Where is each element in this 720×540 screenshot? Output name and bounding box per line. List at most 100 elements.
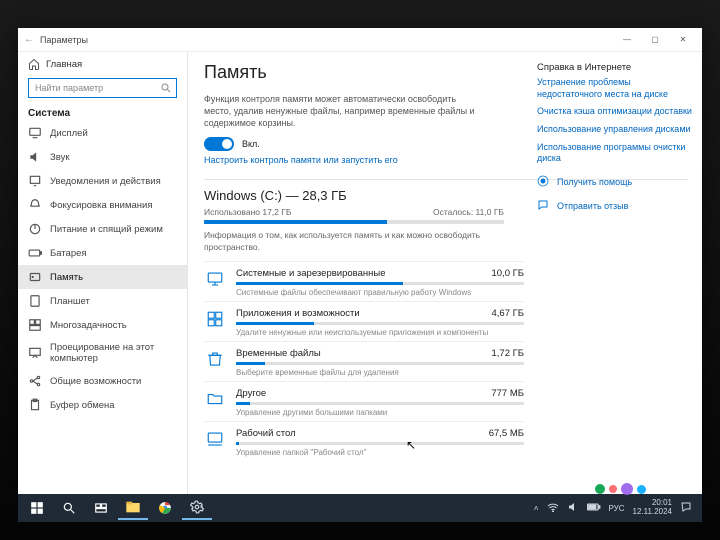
sidebar-item-notify[interactable]: Уведомления и действия: [18, 169, 187, 193]
taskbar-clock[interactable]: 20:01 12.11.2024: [633, 499, 672, 517]
tray-network-icon[interactable]: [547, 502, 559, 514]
category-sub: Удалите ненужные или неиспользуемые прил…: [236, 328, 524, 337]
sidebar-item-shared[interactable]: Общие возможности: [18, 369, 187, 393]
search-icon: [160, 82, 172, 94]
get-help-label: Получить помощь: [557, 177, 632, 187]
help-link[interactable]: Использование программы очистки диска: [537, 142, 692, 165]
battery-icon: [28, 246, 42, 260]
free-label: Осталось: 11,0 ГБ: [433, 207, 504, 217]
settings-taskbar-icon[interactable]: [182, 496, 212, 520]
sidebar-item-label: Общие возможности: [50, 376, 141, 387]
task-view-icon[interactable]: [86, 496, 116, 520]
help-icon: [537, 175, 551, 189]
sidebar-item-battery[interactable]: Батарея: [18, 241, 187, 265]
category-size: 777 МБ: [491, 388, 524, 399]
start-button[interactable]: [22, 496, 52, 520]
notify-icon: [28, 174, 42, 188]
display-icon: [28, 126, 42, 140]
storage-category[interactable]: Другое 777 МБ Управление другими большими …: [204, 381, 524, 421]
home-icon: [28, 58, 40, 70]
sidebar-item-label: Звук: [50, 152, 69, 163]
category-bar: [236, 282, 524, 285]
get-help-link[interactable]: Получить помощь: [537, 175, 692, 189]
sidebar-item-label: Многозадачность: [50, 320, 127, 331]
sidebar-item-label: Дисплей: [50, 128, 88, 139]
sidebar-home[interactable]: Главная: [18, 52, 187, 74]
tray-battery-icon[interactable]: [587, 502, 601, 514]
category-bar: [236, 442, 524, 445]
minimize-button[interactable]: —: [614, 31, 640, 49]
storage-category[interactable]: Приложения и возможности 4,67 ГБ Удалите н…: [204, 301, 524, 341]
help-link[interactable]: Очистка кэша оптимизации доставки: [537, 106, 692, 118]
category-size: 4,67 ГБ: [491, 308, 524, 319]
titlebar: ← Параметры — ▢ ✕: [18, 28, 702, 52]
help-panel: Справка в Интернете Устранение проблемы …: [537, 62, 692, 213]
other-icon: [204, 388, 226, 410]
used-label: Использовано 17,2 ГБ: [204, 207, 291, 217]
category-size: 1,72 ГБ: [491, 348, 524, 359]
back-icon[interactable]: ←: [24, 34, 34, 45]
sidebar-home-label: Главная: [46, 59, 82, 70]
maximize-button[interactable]: ▢: [642, 31, 668, 49]
tray-lang[interactable]: РУС: [609, 504, 625, 513]
feedback-link[interactable]: Отправить отзыв: [537, 199, 692, 213]
help-link[interactable]: Использование управления дисками: [537, 124, 692, 136]
feedback-label: Отправить отзыв: [557, 201, 628, 211]
search-input[interactable]: Найти параметр: [28, 78, 177, 98]
storage-category[interactable]: Временные файлы 1,72 ГБ Выберите временные…: [204, 341, 524, 381]
category-sub: Выберите временные файлы для удаления: [236, 368, 524, 377]
sidebar-item-sound[interactable]: Звук: [18, 145, 187, 169]
sidebar-item-power[interactable]: Питание и спящий режим: [18, 217, 187, 241]
tray-chevron-icon[interactable]: ˄: [534, 504, 539, 513]
category-name: Рабочий стол: [236, 428, 296, 439]
category-name: Приложения и возможности: [236, 308, 360, 319]
sidebar-item-label: Буфер обмена: [50, 400, 115, 411]
sidebar-item-focus[interactable]: Фокусировка внимания: [18, 193, 187, 217]
taskbar: ˄ РУС 20:01 12.11.2024: [18, 494, 702, 522]
help-link[interactable]: Устранение проблемы недостаточного места…: [537, 77, 692, 100]
focus-icon: [28, 198, 42, 212]
category-name: Временные файлы: [236, 348, 321, 359]
search-placeholder: Найти параметр: [35, 83, 103, 93]
tray-volume-icon[interactable]: [567, 501, 579, 515]
sound-icon: [28, 150, 42, 164]
storage-icon: [28, 270, 42, 284]
sidebar-item-multitask[interactable]: Многозадачность: [18, 313, 187, 337]
sidebar-item-label: Питание и спящий режим: [50, 224, 163, 235]
category-bar: [236, 402, 524, 405]
sidebar-item-display[interactable]: Дисплей: [18, 121, 187, 145]
sidebar-item-storage[interactable]: Память: [18, 265, 187, 289]
system-icon: [204, 268, 226, 290]
category-size: 67,5 МБ: [489, 428, 524, 439]
category-size: 10,0 ГБ: [491, 268, 524, 279]
avito-watermark: Avito: [595, 480, 692, 498]
chrome-icon[interactable]: [150, 496, 180, 520]
category-sub: Системные файлы обеспечивают правильную …: [236, 288, 524, 297]
help-heading: Справка в Интернете: [537, 62, 692, 73]
sidebar-item-label: Уведомления и действия: [50, 176, 161, 187]
category-name: Системные и зарезервированные: [236, 268, 385, 279]
storage-sense-toggle[interactable]: [204, 137, 234, 151]
project-icon: [28, 346, 42, 360]
category-sub: Управление папкой "Рабочий стол": [236, 448, 524, 457]
apps-icon: [204, 308, 226, 330]
avito-text: Avito: [650, 480, 692, 498]
action-center-icon[interactable]: [680, 501, 692, 515]
category-sub: Управление другими большими папками: [236, 408, 524, 417]
sidebar-item-tablet[interactable]: Планшет: [18, 289, 187, 313]
storage-category[interactable]: Системные и зарезервированные 10,0 ГБ Сист…: [204, 261, 524, 301]
sidebar-item-clipboard[interactable]: Буфер обмена: [18, 393, 187, 417]
feedback-icon: [537, 199, 551, 213]
desktop-icon: [204, 428, 226, 450]
storage-category[interactable]: Рабочий стол 67,5 МБ Управление папкой "Ра…: [204, 421, 524, 461]
category-bar: [236, 322, 524, 325]
close-button[interactable]: ✕: [670, 31, 696, 49]
category-name: Другое: [236, 388, 266, 399]
settings-window: ← Параметры — ▢ ✕ Главная Найти параметр: [18, 28, 702, 494]
sidebar: Главная Найти параметр Система ДисплейЗв…: [18, 52, 188, 494]
window-title: Параметры: [40, 35, 88, 45]
taskbar-search-icon[interactable]: [54, 496, 84, 520]
trash-icon: [204, 348, 226, 370]
explorer-icon[interactable]: [118, 496, 148, 520]
sidebar-item-project[interactable]: Проецирование на этот компьютер: [18, 337, 187, 369]
